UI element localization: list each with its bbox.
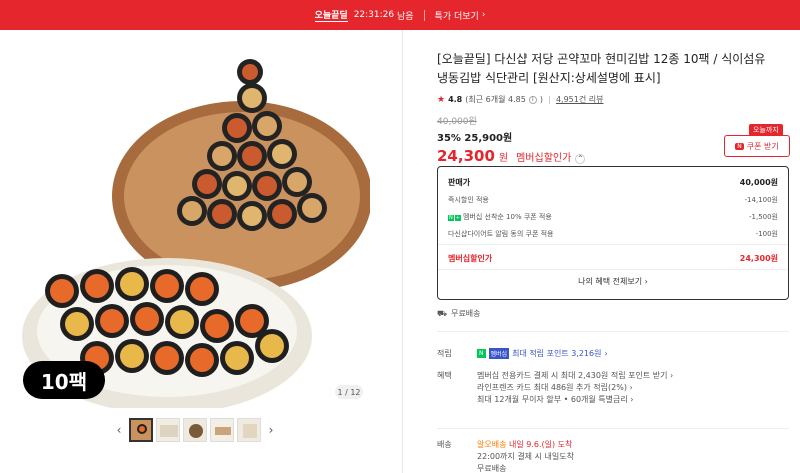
deal-banner: 오늘끝딜 22:31:26 남음 특가 더보기 › — [0, 0, 800, 30]
benefit-text: 최대 12개월 무이자 할부 • 60개월 특별금리 — [477, 395, 628, 404]
chevron-right-icon: › — [604, 349, 608, 358]
sale-price-value: 40,000원 — [739, 178, 778, 187]
n-mark-icon: N — [735, 142, 744, 150]
breakdown-row-label: 즉시할인 적용 — [448, 196, 489, 204]
delivery-arrival-row[interactable]: 알오배송 내일 9.6.(일) 도착 — [477, 439, 574, 451]
n-badge-icon: N — [477, 349, 486, 358]
deal-label: 오늘끝딜 — [314, 8, 348, 22]
member-price-label: 멤버십할인가 — [516, 153, 572, 164]
membership-badge: 멤버십 — [488, 348, 510, 359]
image-page-indicator: 1 / 12 — [335, 385, 363, 399]
star-icon: ★ — [437, 94, 446, 105]
reviews-link[interactable]: 4,951건 리뷰 — [556, 94, 604, 105]
countdown: 22:31:26 — [353, 10, 395, 20]
delivery-info: 알오배송 내일 9.6.(일) 도착 22:00까지 결제 시 내일도착 무료배… — [477, 439, 574, 473]
rating-value: 4.8 — [448, 95, 463, 104]
points-link[interactable]: N 멤버십 최대 적립 포인트 3,216원 › — [477, 348, 608, 359]
divider — [423, 9, 425, 21]
breakdown-head: 판매가 40,000원 — [448, 177, 778, 188]
naver-pay-icon: N + — [448, 215, 461, 221]
total-label: 멤버십할인가 — [448, 254, 493, 263]
product-main-image[interactable]: 10팩 — [17, 46, 370, 408]
points-label: 적립 — [437, 349, 452, 358]
chevron-up-icon[interactable]: ⌃ — [575, 153, 586, 164]
rating-row: ★ 4.8 (최근 6개월 4.85 i) 4,951건 리뷰 — [437, 94, 603, 105]
benefit-text: 라인프렌즈 카드 최대 486원 추가 적립(2%) — [477, 383, 627, 392]
original-price: 40,000원 — [437, 117, 477, 127]
thumb-prev-icon[interactable]: ‹ — [112, 423, 126, 437]
delivery-free: 무료배송 — [477, 464, 507, 473]
delivery-cutoff: 22:00까지 결제 시 내일도착 — [477, 452, 574, 461]
benefit-item[interactable]: 멤버십 전용카드 결제 시 최대 2,430원 적립 포인트 받기 › — [477, 370, 673, 382]
breakdown-row-value: -14,100원 — [744, 196, 778, 204]
breakdown-total: 멤버십할인가 24,300원 — [448, 253, 778, 264]
get-coupon-label: 쿠폰 받기 — [746, 141, 779, 151]
benefit-text: 멤버십 전용카드 결제 시 최대 2,430원 적립 포인트 받기 — [477, 371, 668, 380]
divider — [438, 269, 788, 270]
chevron-right-icon: › — [644, 277, 648, 286]
benefits-label: 혜택 — [437, 371, 452, 380]
breakdown-row-label: N + 멤버십 선착순 10% 쿠폰 적용 — [448, 212, 552, 222]
pack-count-badge: 10팩 — [40, 369, 88, 394]
thumbnail[interactable] — [129, 418, 153, 442]
more-deals-label: 특가 더보기 — [434, 11, 479, 22]
divider — [437, 428, 789, 429]
member-price-unit: 원 — [498, 153, 509, 164]
benefit-item[interactable]: 라인프렌즈 카드 최대 486원 추가 적립(2%) › — [477, 382, 673, 394]
countdown-suffix: 남음 — [396, 11, 414, 22]
alarm-delivery-badge: 알오배송 — [477, 440, 507, 449]
benefits-list: 멤버십 전용카드 결제 시 최대 2,430원 적립 포인트 받기 › 라인프렌… — [477, 370, 673, 406]
breakdown-row: N + 멤버십 선착순 10% 쿠폰 적용 -1,500원 — [448, 212, 778, 222]
discount-price: 35% 25,900원 — [437, 133, 513, 144]
thumbnail[interactable] — [210, 418, 234, 442]
chevron-right-icon: › — [481, 10, 486, 20]
thumb-next-icon[interactable]: › — [264, 423, 278, 437]
my-benefits-label: 나의 혜택 전체보기 — [578, 277, 643, 286]
thumbnail[interactable] — [237, 418, 261, 442]
total-value: 24,300원 — [739, 254, 778, 263]
product-title: [오늘끝딜] 다신샵 저당 곤약꼬마 현미김밥 12종 10팩 / 식이섬유 냉… — [437, 52, 766, 85]
member-price-row: 24,300 원 멤버십할인가 ⌃ — [437, 147, 586, 165]
divider — [548, 95, 550, 104]
rating-note-close: ) — [539, 95, 543, 104]
arrival-date: 내일 9.6.(일) 도착 — [509, 440, 573, 449]
member-price: 24,300 — [437, 147, 495, 165]
rating-note: (최근 6개월 4.85 — [465, 95, 526, 104]
thumbnail-strip: ‹ › — [112, 418, 278, 442]
column-divider — [402, 30, 403, 473]
thumbnail[interactable] — [183, 418, 207, 442]
truck-icon: ⛟ — [437, 308, 448, 318]
breakdown-row: 즉시할인 적용 -14,100원 — [448, 195, 778, 205]
divider — [438, 244, 788, 245]
more-deals-link[interactable]: 특가 더보기 › — [435, 9, 486, 22]
breakdown-row: 다신샵다이어트 알림 동의 쿠폰 적용 -100원 — [448, 229, 778, 239]
my-benefits-link[interactable]: 나의 혜택 전체보기 › — [438, 276, 788, 287]
info-icon[interactable]: i — [528, 95, 537, 104]
benefit-item[interactable]: 최대 12개월 무이자 할부 • 60개월 특별금리 › — [477, 394, 673, 406]
get-coupon-button[interactable]: N 쿠폰 받기 — [724, 135, 790, 157]
breakdown-row-text: 멤버십 선착순 10% 쿠폰 적용 — [462, 213, 552, 221]
divider — [437, 331, 789, 332]
thumbnail[interactable] — [156, 418, 180, 442]
breakdown-row-value: -100원 — [755, 230, 778, 238]
kimbap-illustration — [17, 46, 370, 408]
delivery-label: 배송 — [437, 440, 452, 449]
shipping-row: ⛟ 무료배송 — [437, 308, 481, 319]
breakdown-row-value: -1,500원 — [748, 213, 778, 221]
free-shipping-label: 무료배송 — [451, 309, 481, 318]
sale-price-label: 판매가 — [448, 178, 471, 187]
points-text: 최대 적립 포인트 3,216원 — [512, 349, 602, 358]
breakdown-row-label: 다신샵다이어트 알림 동의 쿠폰 적용 — [448, 230, 554, 238]
price-breakdown: 판매가 40,000원 즉시할인 적용 -14,100원 N + 멤버십 선착순 1… — [437, 166, 789, 300]
